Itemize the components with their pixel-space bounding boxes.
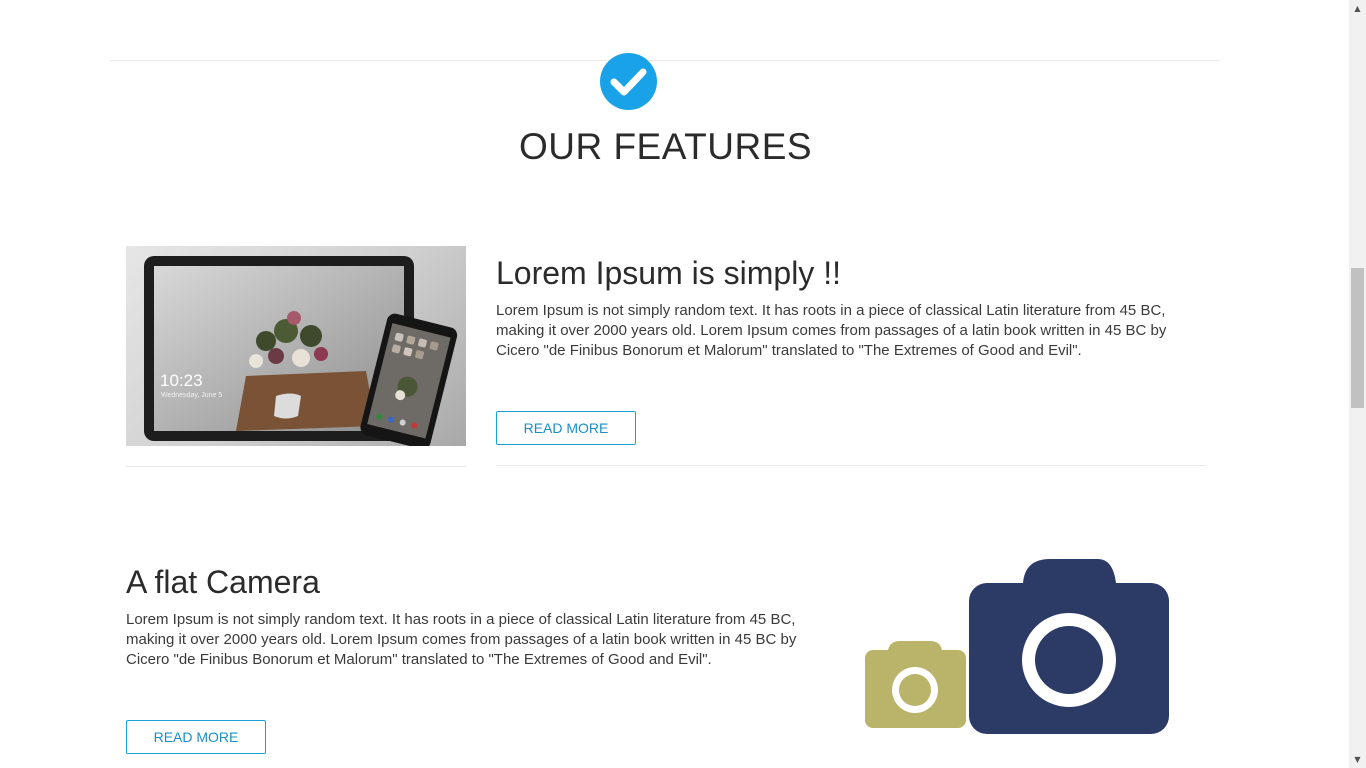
feature-description-camera: Lorem Ipsum is not simply random text. I… bbox=[126, 611, 797, 668]
vertical-scrollbar[interactable]: ▲ ▼ bbox=[1349, 0, 1366, 768]
feature-text-divider bbox=[496, 465, 1206, 466]
check-circle-icon bbox=[600, 53, 657, 110]
page: OUR FEATURES 10:23 Wednesday, June 5 Lor… bbox=[0, 0, 1349, 768]
scroll-down-arrow-icon[interactable]: ▼ bbox=[1349, 751, 1366, 768]
read-more-button-camera[interactable]: READ MORE bbox=[126, 720, 266, 754]
scrollbar-thumb[interactable] bbox=[1351, 268, 1364, 408]
section-title: OUR FEATURES bbox=[518, 126, 813, 167]
feature-description: Lorem Ipsum is not simply random text. I… bbox=[496, 302, 1167, 359]
section-divider bbox=[110, 60, 1220, 61]
camera-icon bbox=[865, 559, 1169, 734]
feature-heading-camera: A flat Camera bbox=[126, 564, 320, 600]
tablet-clock-date: Wednesday, June 5 bbox=[161, 392, 222, 399]
read-more-button[interactable]: READ MORE bbox=[496, 411, 636, 445]
tablet-clock-time: 10:23 bbox=[160, 371, 203, 390]
scroll-up-arrow-icon[interactable]: ▲ bbox=[1349, 0, 1366, 17]
feature-image-divider bbox=[126, 466, 466, 467]
feature-heading: Lorem Ipsum is simply !! bbox=[496, 255, 841, 291]
feature-image-tablet-phone: 10:23 Wednesday, June 5 bbox=[126, 246, 466, 446]
